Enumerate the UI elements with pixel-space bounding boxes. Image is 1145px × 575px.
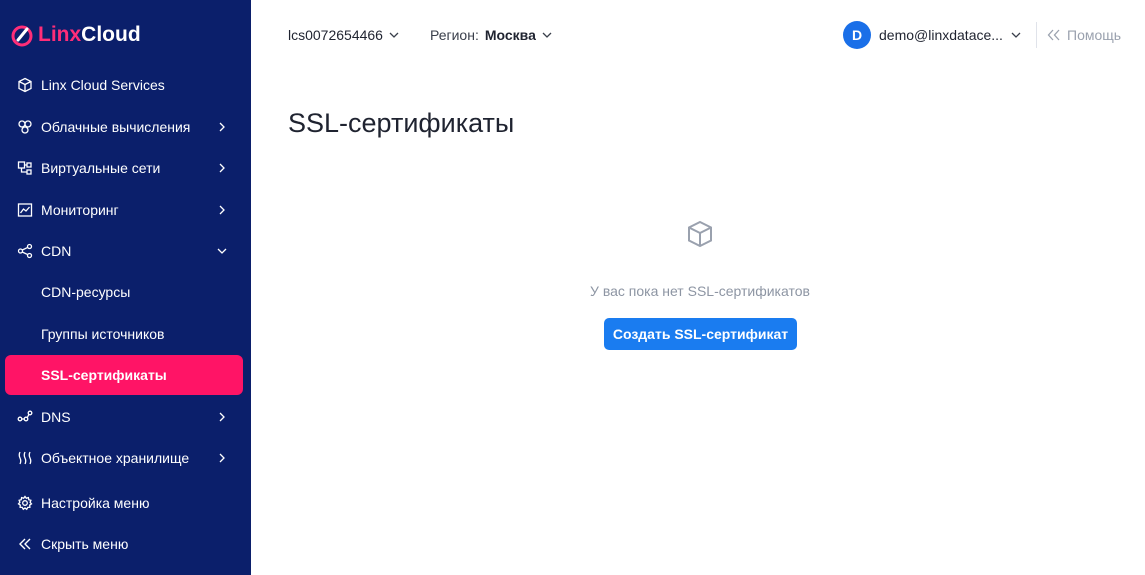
- sidebar-item-monitoring[interactable]: Мониторинг: [5, 190, 243, 230]
- logo-text-cloud: Cloud: [81, 23, 141, 46]
- sidebar-item-label: Скрыть меню: [41, 536, 129, 552]
- logo[interactable]: Linx Cloud: [10, 20, 141, 50]
- cube-icon: [688, 220, 712, 248]
- empty-state-text: У вас пока нет SSL-сертификатов: [590, 283, 810, 299]
- topbar-divider: [1036, 22, 1037, 48]
- logo-icon: [11, 25, 33, 47]
- sidebar-item-label: Объектное хранилище: [41, 450, 190, 466]
- sidebar-item-cdn-resources[interactable]: CDN-ресурсы: [5, 272, 243, 312]
- region-value: Москва: [484, 27, 536, 43]
- project-id: lcs0072654466: [288, 27, 383, 43]
- chevron-right-icon: [215, 120, 229, 134]
- chevron-right-icon: [215, 451, 229, 465]
- sidebar-item-menu-settings[interactable]: Настройка меню: [5, 483, 243, 523]
- user-email: demo@linxdatace...: [879, 27, 1003, 43]
- help-button[interactable]: Помощь: [1047, 24, 1121, 46]
- chart-icon: [16, 201, 34, 219]
- sidebar-item-cdn[interactable]: CDN: [5, 231, 243, 271]
- logo-text-linx: Linx: [38, 23, 82, 46]
- avatar: D: [843, 21, 871, 49]
- dns-icon: [16, 408, 34, 426]
- sidebar-item-label: DNS: [41, 409, 71, 425]
- sidebar-item-label: Настройка меню: [41, 495, 150, 511]
- region-selector[interactable]: Регион: Москва: [430, 24, 552, 46]
- compute-icon: [16, 118, 34, 136]
- cube-icon: [16, 76, 34, 94]
- sidebar-item-label: CDN-ресурсы: [41, 284, 131, 300]
- sidebar-item-object-storage[interactable]: Объектное хранилище: [5, 438, 243, 478]
- page-title: SSL-сертификаты: [288, 108, 515, 138]
- sidebar-item-label: Облачные вычисления: [41, 119, 191, 135]
- user-menu[interactable]: D demo@linxdatace...: [843, 21, 1021, 49]
- sidebar-item-label: Мониторинг: [41, 202, 119, 218]
- sidebar-item-label: SSL-сертификаты: [41, 367, 167, 383]
- chevron-down-icon: [542, 32, 552, 38]
- gear-icon: [16, 494, 34, 512]
- double-chevron-left-icon: [16, 535, 34, 553]
- sidebar-item-label: Группы источников: [41, 326, 165, 342]
- region-label: Регион:: [430, 27, 479, 43]
- storage-icon: [16, 449, 34, 467]
- chevron-right-icon: [215, 161, 229, 175]
- sidebar-item-hide-menu[interactable]: Скрыть меню: [5, 524, 243, 564]
- chevron-down-icon: [389, 32, 399, 38]
- sidebar-item-origin-groups[interactable]: Группы источников: [5, 314, 243, 354]
- chevron-down-icon: [1011, 32, 1021, 38]
- chevron-right-icon: [215, 410, 229, 424]
- sidebar-item-label: CDN: [41, 243, 72, 259]
- help-label: Помощь: [1067, 27, 1122, 43]
- sidebar-item-virtual-networks[interactable]: Виртуальные сети: [5, 148, 243, 188]
- sidebar: Linx Cloud Linx Cloud Services Облачные в…: [0, 0, 251, 575]
- share-icon: [16, 242, 34, 260]
- chevron-down-icon: [215, 244, 229, 258]
- create-ssl-certificate-button[interactable]: Создать SSL-сертификат: [604, 318, 797, 350]
- chevron-right-icon: [215, 203, 229, 217]
- network-icon: [16, 159, 34, 177]
- sidebar-item-linx-cloud-services[interactable]: Linx Cloud Services: [5, 65, 243, 105]
- sidebar-item-label: Виртуальные сети: [41, 160, 161, 176]
- sidebar-item-cloud-compute[interactable]: Облачные вычисления: [5, 107, 243, 147]
- sidebar-item-label: Linx Cloud Services: [41, 77, 165, 93]
- sidebar-item-ssl-certificates[interactable]: SSL-сертификаты: [5, 355, 243, 395]
- double-chevron-left-icon: [1047, 29, 1060, 41]
- sidebar-item-dns[interactable]: DNS: [5, 397, 243, 437]
- project-selector[interactable]: lcs0072654466: [288, 24, 399, 46]
